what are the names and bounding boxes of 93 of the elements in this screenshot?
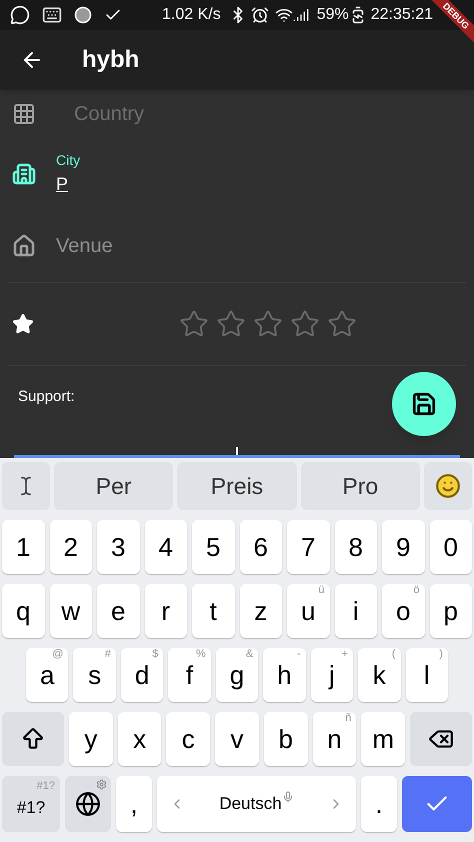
key[interactable]: .	[361, 776, 397, 832]
suggestion[interactable]: Preis	[177, 462, 297, 510]
key-hint: )	[439, 649, 443, 660]
key[interactable]: v	[215, 712, 259, 766]
key[interactable]: r	[144, 584, 187, 638]
key-hint: -	[296, 649, 301, 660]
star[interactable]	[290, 309, 320, 339]
network-speed: 1.02 K/s	[162, 5, 221, 25]
key[interactable]: k (	[358, 648, 400, 702]
key[interactable]: m	[361, 712, 406, 766]
support-label: Support:	[18, 387, 75, 407]
suggestion[interactable]: Pro	[300, 462, 420, 510]
key-hint: ü	[318, 585, 324, 596]
key-hint: @	[52, 649, 64, 660]
key[interactable]: c	[166, 712, 210, 766]
key-hint: %	[196, 649, 206, 660]
symbols-key[interactable]: #1? #1?	[2, 776, 60, 832]
cursor-button[interactable]	[2, 462, 50, 510]
clock: 22:35:21	[370, 5, 434, 25]
key[interactable]: ,	[116, 776, 152, 832]
key[interactable]: d $	[120, 648, 164, 702]
text-cursor	[236, 447, 238, 455]
star[interactable]	[216, 309, 246, 339]
key[interactable]: e	[97, 584, 140, 638]
alarm-icon	[250, 6, 269, 24]
house-icon	[12, 234, 36, 258]
shift-key[interactable]	[2, 712, 64, 766]
key[interactable]: y	[69, 712, 113, 766]
key[interactable]: f %	[168, 648, 211, 702]
key[interactable]: 0	[430, 520, 472, 574]
building-icon	[12, 162, 36, 186]
key-hint: (	[392, 649, 396, 660]
keyboard-icon	[42, 5, 62, 25]
key[interactable]: n ñ	[312, 712, 356, 766]
key[interactable]: x	[118, 712, 162, 766]
key-hint: ö	[413, 585, 420, 596]
key[interactable]: b	[264, 712, 308, 766]
field-value: P	[56, 173, 70, 196]
page-title: hybh	[82, 45, 140, 75]
signal-icon	[292, 7, 309, 23]
star-icon	[12, 313, 34, 335]
suggestion[interactable]: Per	[54, 462, 174, 510]
key[interactable]: 5	[192, 520, 234, 574]
star[interactable]	[253, 309, 283, 339]
key[interactable]: q	[2, 584, 44, 638]
language-key[interactable]	[65, 776, 111, 832]
key[interactable]: o ö	[382, 584, 424, 638]
key[interactable]: 3	[97, 520, 140, 574]
key[interactable]: z	[240, 584, 282, 638]
space-key[interactable]: Deutsch	[157, 776, 356, 832]
key-hint: #	[104, 649, 111, 660]
key[interactable]: 9	[382, 520, 424, 574]
key-hint: ñ	[345, 713, 352, 724]
key[interactable]: 1	[2, 520, 44, 574]
star[interactable]	[179, 309, 209, 339]
settings-icon	[96, 779, 107, 790]
smiley-icon	[434, 473, 461, 499]
globe-icon	[75, 791, 101, 817]
key-hint: $	[152, 649, 158, 660]
city-field[interactable]: City P	[56, 150, 80, 198]
key[interactable]: i	[334, 584, 377, 638]
key[interactable]: s #	[73, 648, 116, 702]
key[interactable]: 8	[334, 520, 377, 574]
backspace-key[interactable]	[410, 712, 472, 766]
key-hint: &	[246, 649, 254, 660]
key[interactable]: p	[430, 584, 472, 638]
key[interactable]: j +	[310, 648, 354, 702]
grid-icon	[12, 102, 36, 126]
chat-bubble-icon	[10, 5, 30, 25]
input-field[interactable]: Venue	[56, 231, 113, 261]
key[interactable]: h -	[263, 648, 306, 702]
key[interactable]: 6	[240, 520, 282, 574]
record-icon	[74, 6, 92, 24]
key[interactable]: t	[192, 584, 234, 638]
key[interactable]: 4	[144, 520, 187, 574]
wifi-icon	[274, 6, 293, 24]
save-icon	[411, 391, 437, 417]
key-hint: +	[342, 649, 348, 660]
key[interactable]: 2	[50, 520, 92, 574]
enter-key[interactable]	[402, 776, 472, 832]
key[interactable]: u ü	[287, 584, 330, 638]
key[interactable]: l )	[406, 648, 448, 702]
star[interactable]	[327, 309, 357, 339]
key[interactable]: w	[50, 584, 92, 638]
key[interactable]: a @	[26, 648, 68, 702]
microphone-icon	[282, 791, 294, 804]
key-hint: #1?	[36, 779, 55, 794]
emoji-button[interactable]	[424, 462, 472, 510]
key[interactable]: g &	[216, 648, 258, 702]
shift-icon	[20, 726, 46, 752]
battery-percent: 59%	[316, 5, 349, 25]
field-label: City	[56, 151, 80, 170]
key[interactable]: 7	[287, 520, 330, 574]
